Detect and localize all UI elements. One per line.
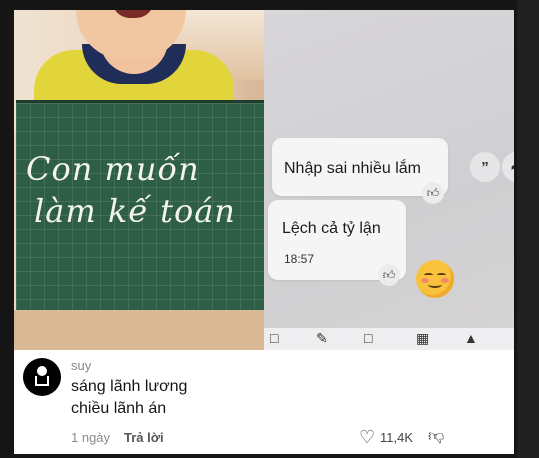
- scroll-track: [517, 0, 539, 458]
- avatar-body: [35, 376, 49, 386]
- toolbar-icon: ✎: [316, 330, 328, 346]
- like-count: 11,4K: [380, 430, 414, 445]
- desk: [14, 310, 264, 350]
- chalkboard-line-1: Con muốn: [26, 150, 200, 188]
- comment-text-line-1: sáng lãnh lương: [71, 378, 188, 395]
- toolbar-icon: □: [364, 330, 373, 346]
- chat-bubble-2: Lệch cả tỷ lận 18:57 👍︎: [268, 200, 406, 286]
- toolbar-icon: ▦: [416, 330, 430, 346]
- emoji-mouth: [428, 281, 442, 288]
- comment-item: suy sáng lãnh lương chiều lãnh án 1 ngày…: [14, 350, 514, 454]
- emoji-eye-left: [424, 273, 433, 277]
- avatar-head: [37, 366, 47, 376]
- emoji-eye-right: [437, 273, 446, 277]
- avatar[interactable]: [23, 358, 61, 396]
- smiling-face-icon: [416, 260, 454, 298]
- emoji-cheek-right: [441, 278, 449, 283]
- quote-icon: ”: [470, 152, 500, 182]
- chat-message-1: Nhập sai nhiều lắm: [284, 160, 421, 177]
- thumbs-up-icon: 👍︎: [422, 182, 444, 204]
- chalkboard-line-2: làm kế toán: [34, 192, 236, 230]
- thumbs-down-icon[interactable]: 👎︎: [428, 428, 444, 446]
- heart-icon[interactable]: ♡: [359, 428, 375, 446]
- share-arrow-icon: ➦: [502, 152, 514, 182]
- comment-time: 1 ngày: [71, 430, 111, 445]
- chat-timestamp: 18:57: [284, 252, 315, 266]
- comment-text-line-2: chiều lãnh án: [71, 400, 167, 417]
- screen: Con muốn làm kế toán Nhập sai nhiều lắm …: [0, 0, 539, 458]
- chat-screenshot: Nhập sai nhiều lắm 👍︎ ” ➦ Lệch cả tỷ lận…: [264, 10, 514, 350]
- comment-username[interactable]: suy: [71, 358, 91, 373]
- phone-toolbar: □ ✎ □ ▦ ▲: [264, 328, 514, 350]
- thumbs-up-icon: 👍︎: [378, 264, 400, 286]
- video-frame[interactable]: Con muốn làm kế toán Nhập sai nhiều lắm …: [14, 10, 514, 350]
- chat-message-2: Lệch cả tỷ lận: [282, 220, 381, 237]
- chat-bubble-1: Nhập sai nhiều lắm 👍︎: [272, 138, 448, 204]
- toolbar-icon: ▲: [464, 330, 478, 346]
- child-chalkboard-image: Con muốn làm kế toán: [14, 10, 264, 350]
- comment-text: sáng lãnh lương chiều lãnh án: [71, 376, 187, 420]
- reply-button[interactable]: Trả lời: [124, 430, 164, 445]
- toolbar-icon: □: [270, 330, 279, 346]
